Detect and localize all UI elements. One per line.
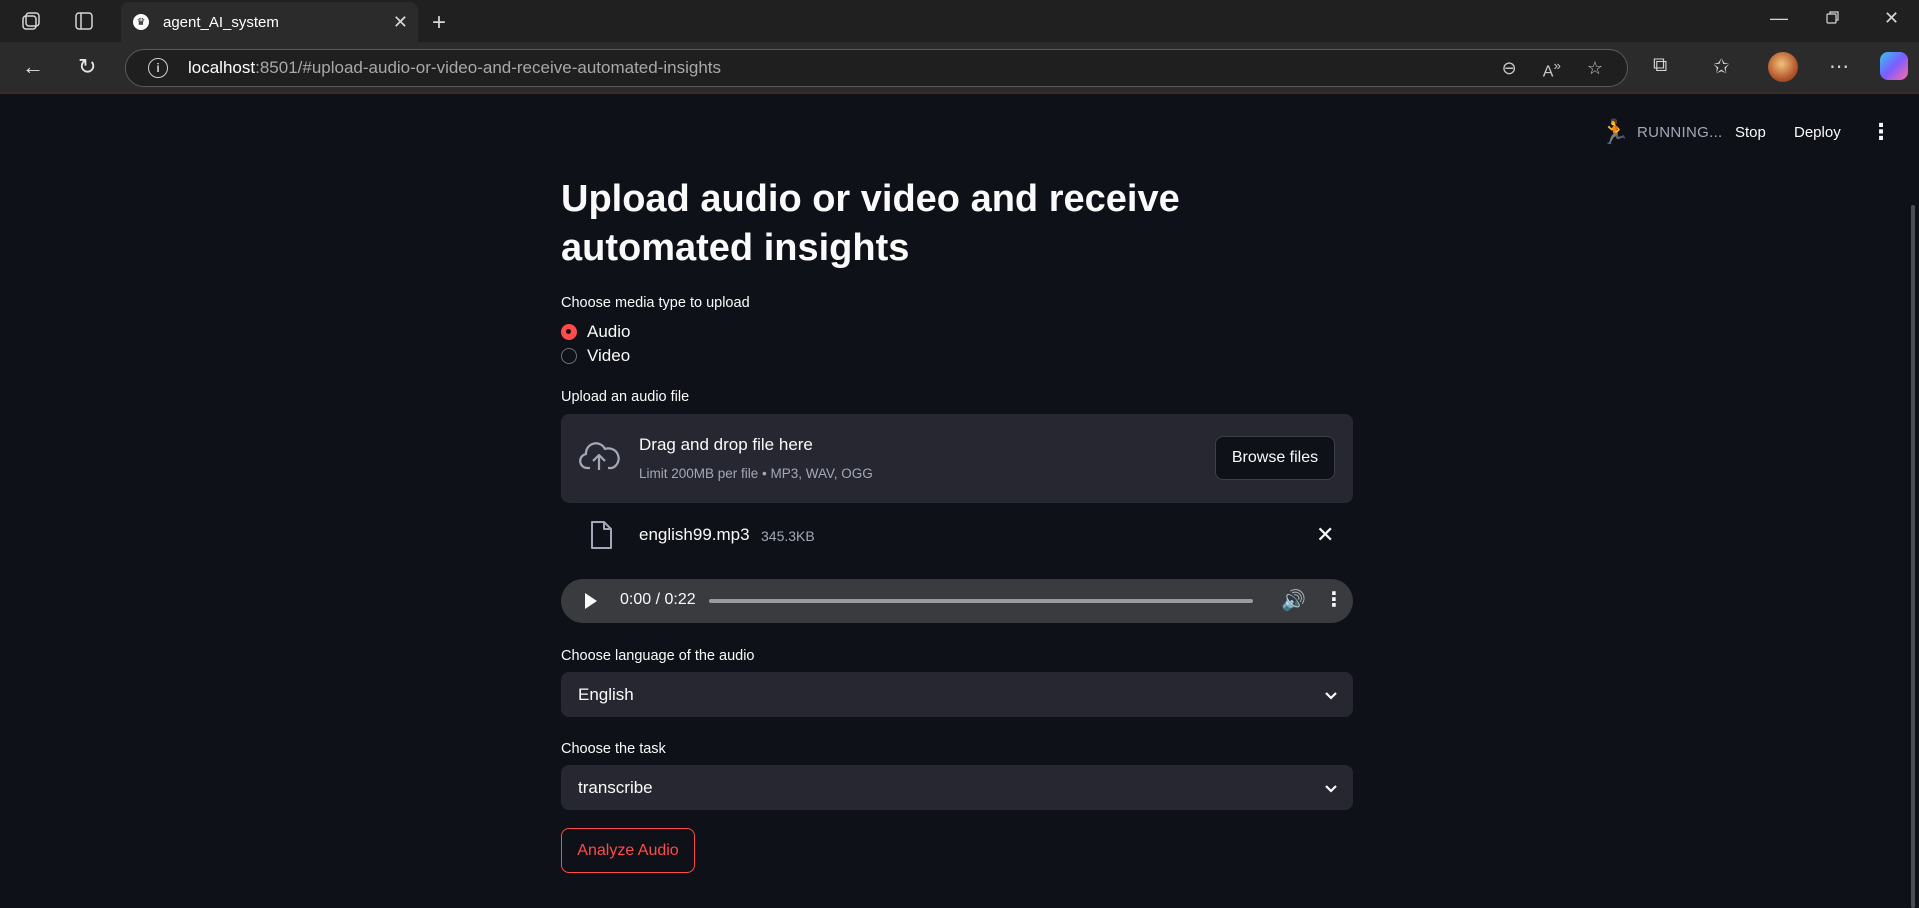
uploaded-file-row: english99.mp3 345.3KB ✕ <box>561 512 1353 558</box>
language-label: Choose language of the audio <box>561 648 755 664</box>
tab-agent-ai-system[interactable]: ♛ agent_AI_system ✕ <box>121 2 418 42</box>
running-status: RUNNING... <box>1637 124 1723 141</box>
deploy-button[interactable]: Deploy <box>1794 124 1841 141</box>
task-select[interactable]: transcribe <box>561 765 1353 810</box>
more-options-icon[interactable]: ⋯ <box>1829 54 1849 79</box>
close-window-icon[interactable]: ✕ <box>1884 8 1899 29</box>
file-size: 345.3KB <box>761 528 815 544</box>
stop-button[interactable]: Stop <box>1735 124 1766 141</box>
file-name: english99.mp3 <box>639 525 750 544</box>
cloud-upload-icon <box>578 440 620 479</box>
url-path: :8501/#upload-audio-or-video-and-receive… <box>255 58 721 77</box>
copilot-icon[interactable] <box>1880 52 1908 80</box>
radio-audio-dot[interactable] <box>561 324 577 340</box>
radio-video-label: Video <box>587 346 631 365</box>
task-value: transcribe <box>578 778 653 797</box>
radio-audio[interactable]: Audio <box>561 320 1353 344</box>
close-tab-icon[interactable]: ✕ <box>393 12 408 33</box>
file-dropzone[interactable]: Drag and drop file here Limit 200MB per … <box>561 414 1353 503</box>
profile-avatar[interactable] <box>1768 52 1798 82</box>
site-info-icon[interactable]: i <box>148 58 168 78</box>
dropzone-limit: Limit 200MB per file • MP3, WAV, OGG <box>639 466 873 481</box>
address-bar: ← ↻ i localhost:8501/#upload-audio-or-vi… <box>0 42 1919 94</box>
back-icon[interactable]: ← <box>22 54 44 80</box>
streamlit-favicon-icon: ♛ <box>133 14 149 30</box>
browse-files-button[interactable]: Browse files <box>1215 436 1335 480</box>
radio-video[interactable]: Video <box>561 344 1353 368</box>
file-icon <box>589 520 613 555</box>
favorites-icon[interactable]: ✩ <box>1713 54 1730 79</box>
task-label: Choose the task <box>561 741 666 757</box>
main-content: Upload audio or video and receive automa… <box>561 175 1353 873</box>
minimize-icon[interactable]: — <box>1770 8 1788 29</box>
favorite-star-icon[interactable]: ☆ <box>1587 58 1603 81</box>
tab-title: agent_AI_system <box>163 13 279 31</box>
playback-progress-bar[interactable] <box>709 599 1253 603</box>
remove-file-icon[interactable]: ✕ <box>1316 522 1334 548</box>
media-type-label: Choose media type to upload <box>561 295 750 311</box>
dropzone-title: Drag and drop file here <box>639 435 813 454</box>
restore-icon[interactable] <box>1826 8 1840 29</box>
language-select[interactable]: English <box>561 672 1353 717</box>
analyze-audio-button[interactable]: Analyze Audio <box>561 828 695 873</box>
audio-player: 0:00 / 0:22 🔊 ⋮ <box>561 579 1353 623</box>
main-menu-icon[interactable]: ⋮ <box>1870 119 1892 145</box>
media-type-radio-group: Audio Video <box>561 320 1353 368</box>
player-more-icon[interactable]: ⋮ <box>1324 587 1344 612</box>
tab-actions-icon[interactable] <box>72 9 96 33</box>
play-icon[interactable] <box>585 593 597 609</box>
page-title: Upload audio or video and receive automa… <box>561 178 1180 269</box>
streamlit-app: 🏃 RUNNING... Stop Deploy ⋮ Upload audio … <box>6 95 1914 908</box>
uploader-label: Upload an audio file <box>561 389 690 405</box>
scrollbar[interactable] <box>1911 205 1915 908</box>
url-field[interactable]: i localhost:8501/#upload-audio-or-video-… <box>125 49 1628 87</box>
running-man-icon: 🏃 <box>1600 119 1630 146</box>
refresh-icon[interactable]: ↻ <box>78 54 96 80</box>
radio-video-dot[interactable] <box>561 348 577 364</box>
read-aloud-icon[interactable]: A» <box>1543 58 1561 81</box>
new-tab-icon[interactable]: + <box>432 9 446 37</box>
workspaces-icon[interactable] <box>20 9 44 33</box>
zoom-icon[interactable]: ⊖ <box>1502 58 1517 81</box>
language-value: English <box>578 685 634 704</box>
extensions-icon[interactable]: ⧉ <box>1653 54 1667 77</box>
chevron-down-icon <box>1324 781 1338 799</box>
chevron-down-icon <box>1324 688 1338 706</box>
url-host: localhost <box>188 58 256 77</box>
volume-icon[interactable]: 🔊 <box>1281 588 1306 613</box>
playback-time: 0:00 / 0:22 <box>620 591 696 608</box>
radio-audio-label: Audio <box>587 322 631 341</box>
browser-tab-bar: ♛ agent_AI_system ✕ + — ✕ <box>0 0 1919 42</box>
